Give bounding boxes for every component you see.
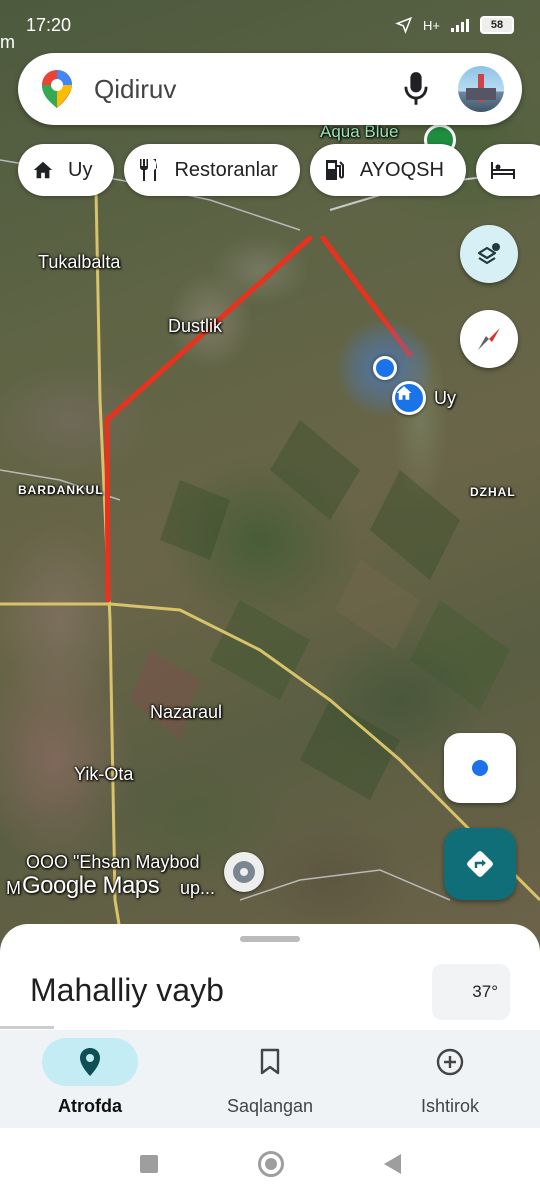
- nav-explore[interactable]: Atrofda: [0, 1030, 180, 1128]
- signal-icon: [451, 19, 469, 32]
- nav-contribute[interactable]: Ishtirok: [360, 1030, 540, 1128]
- system-navigation-bar: [0, 1128, 540, 1200]
- map-label-poi[interactable]: OOO "Ehsan Maybod: [26, 852, 199, 873]
- chip-restaurants[interactable]: Restoranlar: [124, 144, 300, 196]
- route-line: [104, 235, 413, 603]
- map-label-poi-prefix: M: [6, 878, 21, 898]
- chip-home[interactable]: Uy: [18, 144, 115, 196]
- google-maps-logo: Google Maps: [22, 872, 160, 899]
- home-pin[interactable]: [392, 381, 426, 415]
- map-label-poi-suffix: up...: [180, 878, 216, 898]
- google-maps-pin-icon: [42, 70, 72, 108]
- status-time: 17:20: [26, 14, 72, 35]
- map-label-nazaraul: Nazaraul: [150, 702, 223, 722]
- layers-icon: [477, 243, 500, 265]
- nav-label: Ishtirok: [420, 1096, 480, 1116]
- home-button[interactable]: [257, 1151, 284, 1177]
- current-location-dot: [373, 356, 397, 380]
- bottom-sheet[interactable]: Mahalliy vayb 37°: [0, 924, 540, 1034]
- category-chips: Uy Restoranlar AYOQSH: [18, 144, 540, 196]
- gas-station-icon: [325, 160, 344, 180]
- compass-icon: [478, 328, 500, 350]
- status-bar: 17:20 H+ 58: [0, 0, 540, 50]
- chip-label: Restoranlar: [174, 158, 278, 181]
- directions-icon: [467, 851, 493, 877]
- nav-label: Atrofda: [58, 1096, 122, 1116]
- map-label-aqua-blue[interactable]: Aqua Blue: [320, 122, 398, 142]
- avatar[interactable]: [458, 66, 504, 112]
- chip-gas-stations[interactable]: AYOQSH: [309, 144, 466, 196]
- layers-button[interactable]: [460, 225, 518, 283]
- map-label-dustlik: Dustlik: [168, 316, 223, 336]
- nav-label: Saqlangan: [226, 1096, 314, 1116]
- sheet-title: Mahalliy vayb: [30, 972, 224, 1008]
- hotel-icon: [490, 162, 515, 179]
- bottom-navigation: Atrofda Saqlangan Ishtirok: [0, 1030, 540, 1128]
- map-label-yik-ota: Yik-Ota: [74, 764, 134, 784]
- battery-icon: 58: [480, 16, 514, 34]
- compass-button[interactable]: [460, 310, 518, 368]
- status-edge-char: m: [0, 32, 15, 52]
- map-label-tukalbalta: Tukalbalta: [38, 252, 121, 272]
- home-icon: [33, 161, 53, 179]
- home-icon: [396, 386, 412, 400]
- back-button[interactable]: [383, 1154, 401, 1174]
- search-bar[interactable]: Qidiruv: [18, 53, 522, 125]
- map-label-bardankul: BARDANKUL: [18, 483, 104, 497]
- sheet-drag-handle[interactable]: [240, 936, 300, 942]
- directions-button[interactable]: [444, 828, 516, 900]
- restaurant-icon: [140, 159, 158, 181]
- microphone-icon[interactable]: [402, 71, 430, 107]
- bookmark-icon: [260, 1048, 280, 1075]
- navigation-arrow-icon: [395, 16, 413, 34]
- map-label-dzhal: DZHAL: [470, 485, 516, 499]
- map-label-home[interactable]: Uy: [434, 388, 456, 409]
- chip-label: Uy: [68, 158, 93, 181]
- network-type: H+: [423, 17, 440, 33]
- recent-apps-button[interactable]: [139, 1155, 158, 1173]
- weather-temperature[interactable]: 37°: [432, 964, 510, 1020]
- search-input[interactable]: Qidiruv: [94, 74, 402, 105]
- location-pin-icon: [80, 1048, 100, 1076]
- poi-pin[interactable]: [224, 852, 264, 892]
- my-location-icon: [472, 760, 488, 776]
- add-circle-icon: [436, 1048, 464, 1076]
- sheet-progress-indicator: [0, 1026, 54, 1029]
- my-location-button[interactable]: [444, 733, 516, 803]
- nav-saved[interactable]: Saqlangan: [180, 1030, 360, 1128]
- chip-hotels[interactable]: [475, 144, 540, 196]
- chip-label: AYOQSH: [359, 158, 444, 181]
